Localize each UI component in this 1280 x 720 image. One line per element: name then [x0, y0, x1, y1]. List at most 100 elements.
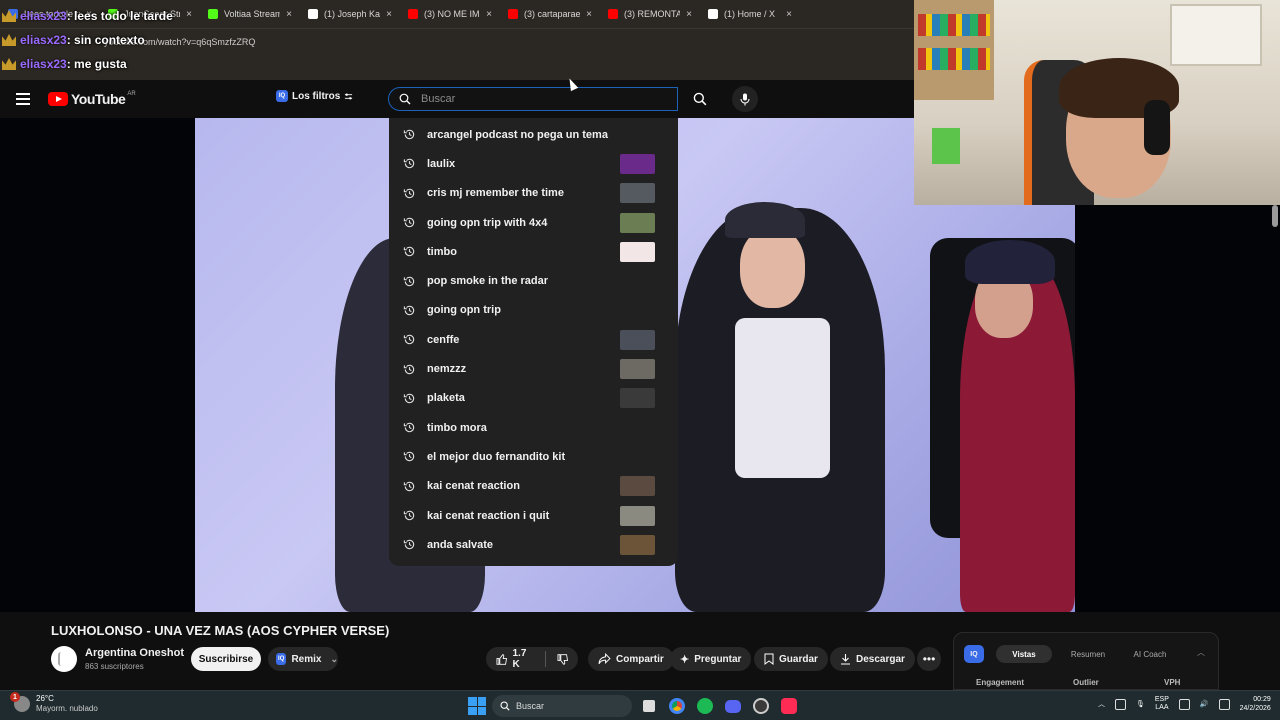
hamburger-menu-icon[interactable] — [16, 93, 30, 105]
close-icon[interactable]: × — [686, 9, 692, 20]
tab-vistas[interactable]: Vistas — [996, 645, 1052, 663]
taskbar-search[interactable]: Buscar — [492, 695, 632, 717]
clock[interactable]: 00:29 24/2/2026 — [1240, 695, 1271, 713]
search-box[interactable] — [388, 87, 678, 111]
suggestion-text: kai cenat reaction — [427, 480, 520, 493]
suggestion-text: plaketa — [427, 392, 465, 405]
search-suggestion[interactable]: kai cenat reaction i quit — [389, 501, 678, 530]
suggestion-thumbnail[interactable] — [620, 505, 655, 526]
suggestion-thumbnail[interactable] — [620, 153, 655, 174]
video-head — [740, 228, 805, 308]
suggestion-text: going opn trip with 4x4 — [427, 216, 548, 229]
search-suggestion[interactable]: anda salvate — [389, 530, 678, 559]
search-button[interactable] — [684, 87, 716, 111]
suggestion-thumbnail[interactable] — [620, 329, 655, 350]
column-engagement: Engagement — [976, 678, 1025, 687]
chrome-icon[interactable] — [666, 695, 688, 717]
browser-tab[interactable]: (3) cartaparael × — [500, 0, 600, 28]
streamer-webcam — [914, 0, 1280, 205]
mic-tray-icon[interactable]: 🎙 — [1136, 700, 1145, 708]
close-icon[interactable]: × — [386, 9, 392, 20]
share-button[interactable]: Compartir — [588, 647, 674, 671]
taskbar-search-label: Buscar — [516, 701, 545, 711]
search-suggestion[interactable]: timbo — [389, 237, 678, 266]
task-view-icon[interactable] — [638, 695, 660, 717]
close-icon[interactable]: × — [486, 9, 492, 20]
search-input[interactable] — [421, 91, 661, 107]
search-suggestion[interactable]: pop smoke in the radar — [389, 266, 678, 295]
remix-button[interactable]: IQ Remix ⌄ — [268, 647, 338, 671]
youtube-logo[interactable]: YouTube AR — [48, 91, 136, 107]
ask-button[interactable]: ✦ Preguntar — [670, 647, 752, 671]
tab-resumen[interactable]: Resumen — [1060, 645, 1116, 663]
video-title: LUXHOLONSO - UNA VEZ MAS (AOS CYPHER VER… — [51, 623, 390, 638]
search-suggestion[interactable]: kai cenat reaction — [389, 472, 678, 501]
more-dots-icon: ••• — [922, 652, 936, 666]
browser-tab[interactable]: (3) NO ME IMP × — [400, 0, 500, 28]
language-indicator[interactable]: ESP LAA — [1155, 696, 1169, 712]
spotify-icon[interactable] — [694, 695, 716, 717]
search-suggestion[interactable]: laulix — [389, 149, 678, 178]
volume-icon[interactable]: 🔊 — [1200, 700, 1209, 708]
chat-text: : lees todo le tarde — [66, 9, 173, 23]
display-icon[interactable] — [1178, 698, 1190, 710]
tiktok-icon[interactable] — [778, 695, 800, 717]
suggestion-thumbnail[interactable] — [620, 476, 655, 497]
search-suggestion[interactable]: cris mj remember the time — [389, 179, 678, 208]
browser-tab[interactable]: (3) REMONTAL × — [600, 0, 700, 28]
channel-avatar[interactable] — [51, 646, 77, 672]
tab-ai-coach[interactable]: AI Coach — [1122, 645, 1178, 663]
search-suggestion[interactable]: going opn trip with 4x4 — [389, 208, 678, 237]
column-vph: VPH — [1164, 678, 1181, 687]
webcam-shelf — [914, 0, 994, 100]
chat-username: eliasx23 — [20, 57, 67, 71]
youtube-play-icon — [48, 92, 68, 106]
discord-icon[interactable] — [722, 695, 744, 717]
save-button[interactable]: Guardar — [754, 647, 828, 671]
browser-tab[interactable]: Voltiaa Stream × — [200, 0, 300, 28]
search-suggestion[interactable]: el mejor duo fernandito kit — [389, 442, 678, 471]
battery-icon[interactable] — [1218, 698, 1230, 710]
search-suggestion[interactable]: timbo mora — [389, 413, 678, 442]
thumbs-up-icon[interactable] — [496, 653, 508, 666]
search-suggestion[interactable]: cenffe — [389, 325, 678, 354]
channel-name[interactable]: Argentina Oneshot — [85, 647, 184, 659]
close-icon[interactable]: × — [286, 9, 292, 20]
more-actions-button[interactable]: ••• — [917, 647, 941, 671]
like-count[interactable]: 1.7 K — [512, 648, 533, 670]
suggestion-thumbnail[interactable] — [620, 212, 655, 233]
search-suggestion[interactable]: plaketa — [389, 384, 678, 413]
network-icon[interactable] — [1115, 698, 1126, 710]
microphone-icon — [740, 93, 750, 105]
chevron-up-icon[interactable]: ︿ — [1098, 699, 1105, 709]
suggestion-thumbnail[interactable] — [620, 534, 655, 555]
page-scrollbar[interactable] — [1272, 205, 1278, 227]
browser-tab[interactable]: (1) Home / X × — [700, 0, 800, 28]
close-icon[interactable]: × — [586, 9, 592, 20]
suggestion-thumbnail[interactable] — [620, 183, 655, 204]
windows-start-icon[interactable] — [468, 697, 486, 715]
search-suggestion[interactable]: arcangel podcast no pega un tema — [389, 120, 678, 149]
subscribe-button[interactable]: Suscribirse — [191, 647, 261, 671]
search-icon — [693, 92, 707, 106]
voice-search-button[interactable] — [732, 86, 758, 112]
search-suggestion[interactable]: nemzzz — [389, 354, 678, 383]
obs-icon[interactable] — [750, 695, 772, 717]
chat-username: eliasx23 — [20, 33, 67, 47]
search-suggestion[interactable]: going opn trip — [389, 296, 678, 325]
browser-tab[interactable]: (1) Joseph Kam × — [300, 0, 400, 28]
suggestion-thumbnail[interactable] — [620, 359, 655, 380]
filters-button[interactable]: IQ Los filtros — [276, 90, 353, 102]
download-button[interactable]: Descargar — [830, 647, 915, 671]
weather-widget[interactable]: 1 26°C Mayorm. nublado — [10, 692, 98, 714]
tab-favicon-icon — [308, 9, 318, 19]
chevron-up-icon[interactable]: ︿ — [1197, 647, 1205, 658]
suggestion-thumbnail[interactable] — [620, 241, 655, 262]
like-dislike-group: 1.7 K — [486, 647, 578, 671]
thumbs-down-icon[interactable] — [557, 653, 568, 666]
close-icon[interactable]: × — [186, 9, 192, 20]
suggestion-thumbnail[interactable] — [620, 388, 655, 409]
search-icon — [399, 93, 411, 105]
close-icon[interactable]: × — [786, 9, 792, 20]
remix-label: Remix — [291, 653, 322, 665]
